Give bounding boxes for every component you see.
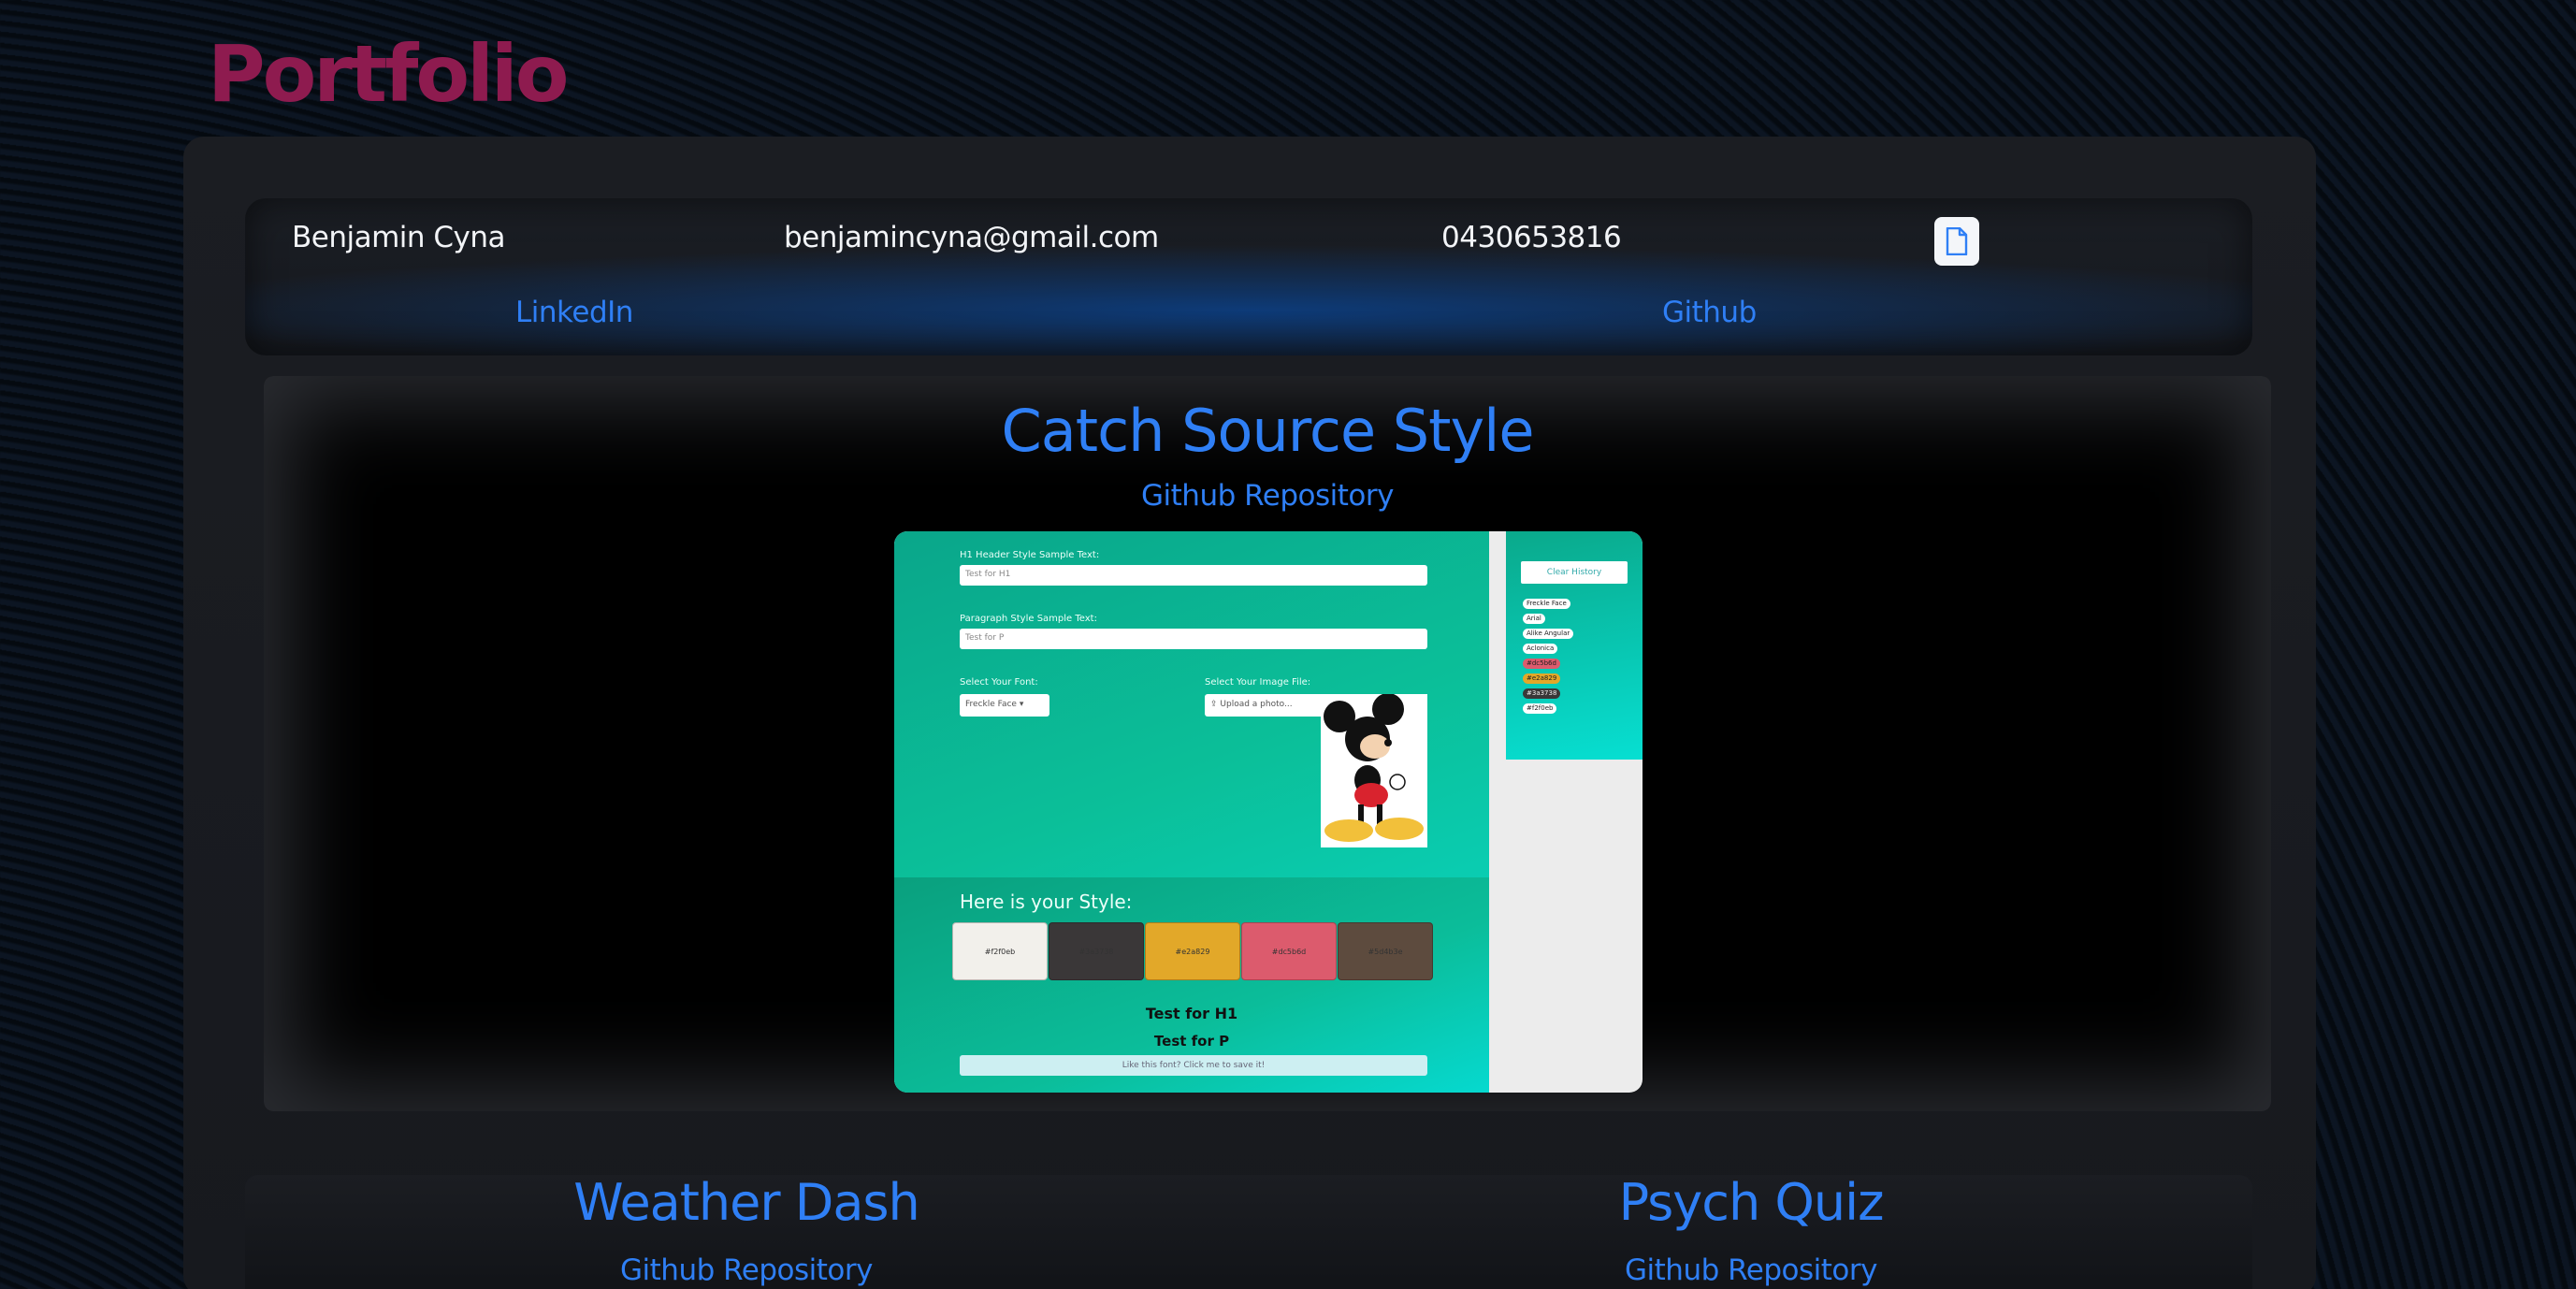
image-file-label: Select Your Image File:: [1205, 677, 1311, 688]
project-title-psych-quiz: Psych Quiz: [1618, 1173, 1885, 1232]
history-chip: #3a3738: [1523, 688, 1561, 699]
history-chip: Arial: [1523, 614, 1545, 624]
color-swatch: #e2a829: [1145, 922, 1240, 980]
contact-email: benjamincyna@gmail.com: [784, 221, 1159, 254]
font-select-label: Select Your Font:: [960, 677, 1038, 688]
project-screenshot[interactable]: H1 Header Style Sample Text: Test for H1…: [894, 531, 1643, 1093]
project-repo-link-psych-quiz[interactable]: Github Repository: [1470, 1253, 2032, 1287]
font-select: Freckle Face ▾: [960, 694, 1049, 717]
clear-history-button: Clear History: [1521, 561, 1628, 584]
portfolio-heading: Portfolio: [208, 28, 569, 120]
contact-name: Benjamin Cyna: [292, 221, 506, 254]
history-chip: Freckle Face: [1523, 599, 1570, 609]
upload-photo-button: ⇪ Upload a photo...: [1205, 694, 1324, 717]
h1-sample-label: H1 Header Style Sample Text:: [960, 550, 1100, 560]
preview-h1: Test for H1: [1145, 1005, 1238, 1022]
color-swatch: #f2f0eb: [952, 922, 1048, 980]
project-repo-link[interactable]: Github Repository: [987, 479, 1548, 513]
history-chip: #f2f0eb: [1523, 703, 1557, 714]
color-swatch: #dc5b6d: [1241, 922, 1337, 980]
screenshot-style-area: Here is your Style: Test for H1 Test for…: [894, 877, 1489, 1093]
history-chip: Alike Angular: [1523, 629, 1574, 639]
color-swatch: #3a3738: [1049, 922, 1144, 980]
linkedin-link[interactable]: LinkedIn: [515, 296, 633, 329]
p-sample-label: Paragraph Style Sample Text:: [960, 614, 1097, 624]
style-heading: Here is your Style:: [960, 891, 1133, 913]
project-title: Catch Source Style: [1001, 397, 1534, 465]
project-repo-link-weather-dash[interactable]: Github Repository: [466, 1253, 1027, 1287]
mickey-image: [1321, 694, 1427, 847]
history-chip: Aclonica: [1523, 644, 1558, 654]
screenshot-history-sidebar: Clear History Freckle Face Arial Alike Ang…: [1506, 531, 1643, 760]
document-icon: [1946, 227, 1968, 255]
github-link[interactable]: Github: [1662, 296, 1757, 329]
resume-button[interactable]: [1934, 217, 1979, 266]
history-chip: #e2a829: [1523, 673, 1561, 684]
preview-p: Test for P: [1153, 1033, 1230, 1050]
save-font-button: Like this font? Click me to save it!: [960, 1055, 1427, 1076]
color-swatch: #5d4b3e: [1338, 922, 1433, 980]
history-chip: #dc5b6d: [1523, 659, 1560, 669]
project-title-weather-dash: Weather Dash: [573, 1173, 920, 1232]
h1-sample-input: Test for H1: [960, 565, 1427, 586]
p-sample-input: Test for P: [960, 629, 1427, 649]
contact-phone: 0430653816: [1441, 221, 1622, 254]
